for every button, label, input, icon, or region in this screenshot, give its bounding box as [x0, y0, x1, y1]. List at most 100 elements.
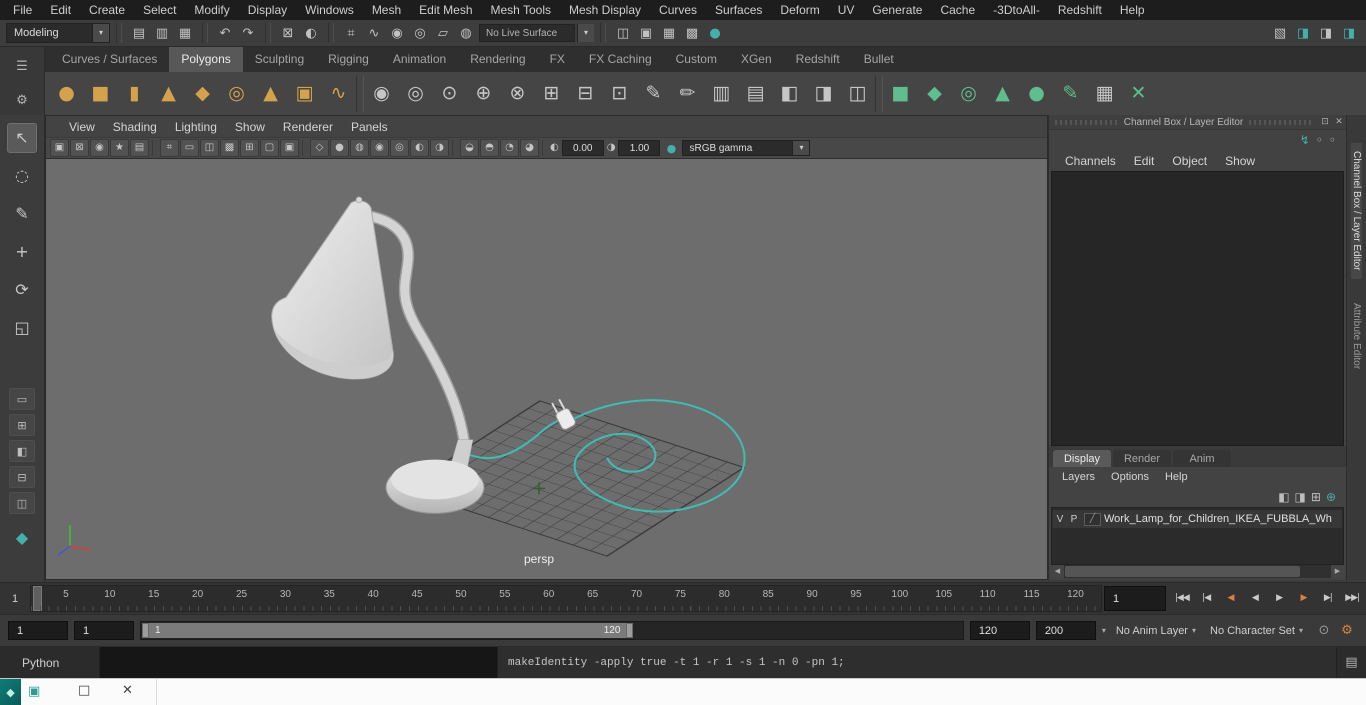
- lock-selection-icon[interactable]: ⊠: [277, 22, 299, 44]
- layer-editor-menu-item[interactable]: Options: [1104, 469, 1156, 485]
- panel-menu-item[interactable]: Shading: [104, 118, 166, 136]
- shelf-tab[interactable]: Redshift: [784, 47, 852, 72]
- chevron-down-icon[interactable]: ▾: [92, 24, 109, 42]
- close-window-icon[interactable]: ✕: [122, 684, 133, 697]
- poly-cube-icon[interactable]: ■: [84, 76, 117, 112]
- menu-item[interactable]: File: [4, 0, 41, 20]
- paint-select-tool[interactable]: ✎: [7, 199, 37, 229]
- time-slider[interactable]: 5 10 15 20 25 30 35 40 45 50 55 60 65 70 75 80 85 90 95 100…: [30, 585, 1102, 612]
- channel-box-menu-item[interactable]: Channels: [1057, 152, 1124, 170]
- menu-item[interactable]: Windows: [296, 0, 363, 20]
- range-start-handle[interactable]: [142, 623, 149, 638]
- safe-title-icon[interactable]: ▣: [280, 139, 299, 157]
- select-camera-icon[interactable]: ▣: [50, 139, 69, 157]
- align-icon[interactable]: ◨: [807, 76, 840, 112]
- safe-action-icon[interactable]: ▢: [260, 139, 279, 157]
- move-tool[interactable]: +: [7, 237, 37, 267]
- layer-editor-menu-item[interactable]: Help: [1158, 469, 1195, 485]
- panel-menu-item[interactable]: Show: [226, 118, 274, 136]
- range-slider-track[interactable]: 1 120: [140, 621, 964, 640]
- snap-to-curve-icon[interactable]: ∿: [363, 22, 385, 44]
- menu-item[interactable]: Redshift: [1049, 0, 1111, 20]
- layer-visibility-toggle[interactable]: V: [1053, 514, 1067, 525]
- poly-helix-icon[interactable]: ∿: [322, 76, 355, 112]
- playback-start-field[interactable]: 1: [74, 621, 134, 640]
- layer-name[interactable]: Work_Lamp_for_Children_IKEA_FUBBLA_Wh: [1104, 513, 1342, 525]
- open-scene-icon[interactable]: ▥: [151, 22, 173, 44]
- modeling-toolkit-toggle-icon[interactable]: ◨: [1292, 22, 1314, 44]
- range-end-handle[interactable]: [626, 623, 634, 638]
- move-to-layer-icon[interactable]: ◧: [1278, 490, 1289, 504]
- channel-box-content[interactable]: [1051, 171, 1344, 446]
- menu-item[interactable]: Deform: [771, 0, 828, 20]
- layer-playback-toggle[interactable]: P: [1067, 514, 1081, 525]
- lock-camera-icon[interactable]: ⊠: [70, 139, 89, 157]
- maya-taskbar-icon[interactable]: ◆: [0, 679, 21, 705]
- manip-state-icon[interactable]: ◦: [1316, 133, 1323, 147]
- wireframe-on-shaded-icon[interactable]: ◍: [350, 139, 369, 157]
- layer-row[interactable]: V P ╱ Work_Lamp_for_Children_IKEA_FUBBLA…: [1053, 510, 1342, 528]
- shelf-tab[interactable]: FX: [538, 47, 577, 72]
- layout-persp-outliner[interactable]: ◧: [9, 440, 35, 462]
- step-forward-frame-button[interactable]: ▶|: [1317, 588, 1338, 610]
- key-state-icon[interactable]: ◦: [1329, 133, 1336, 147]
- highlight-selection-icon[interactable]: ◐: [300, 22, 322, 44]
- image-plane-icon[interactable]: ▤: [130, 139, 149, 157]
- wireframe-icon[interactable]: ◇: [310, 139, 329, 157]
- workspace-icon[interactable]: ▧: [1269, 22, 1291, 44]
- smooth-icon[interactable]: ◉: [365, 76, 398, 112]
- float-panel-icon[interactable]: ⊡: [1318, 117, 1332, 127]
- scroll-right-icon[interactable]: ▶: [1331, 565, 1344, 578]
- snap-to-grid-icon[interactable]: ⌗: [340, 22, 362, 44]
- current-frame-field[interactable]: 1: [1104, 586, 1166, 611]
- chevron-down-icon[interactable]: ▾: [577, 24, 594, 42]
- auto-key-icon[interactable]: ⊙: [1313, 620, 1335, 642]
- layer-editor-tab[interactable]: Anim: [1173, 450, 1231, 467]
- command-input[interactable]: [100, 647, 497, 678]
- go-to-start-button[interactable]: |◀◀: [1171, 588, 1192, 610]
- shelf-tab[interactable]: Custom: [664, 47, 729, 72]
- lamp-model[interactable]: [271, 196, 485, 514]
- xray-icon[interactable]: ◕: [520, 139, 539, 157]
- go-to-end-button[interactable]: ▶▶|: [1342, 588, 1363, 610]
- menu-item[interactable]: Mesh: [363, 0, 410, 20]
- offset-edge-loop-icon[interactable]: ▤: [739, 76, 772, 112]
- field-chart-icon[interactable]: ⊞: [240, 139, 259, 157]
- multi-cut-icon[interactable]: ✎: [637, 76, 670, 112]
- poly-cylinder-icon[interactable]: ▮: [118, 76, 151, 112]
- menu-item[interactable]: UV: [829, 0, 864, 20]
- menu-item[interactable]: Display: [239, 0, 296, 20]
- mirror-icon[interactable]: ◧: [773, 76, 806, 112]
- use-default-material-icon[interactable]: ◎: [390, 139, 409, 157]
- render-setup-icon[interactable]: ●: [704, 22, 726, 44]
- shelf-tab[interactable]: XGen: [729, 47, 784, 72]
- mt-quad-draw-icon[interactable]: ✎: [1054, 76, 1087, 112]
- panel-menu-item[interactable]: Lighting: [166, 118, 226, 136]
- viewport-3d-scene[interactable]: persp: [46, 159, 1047, 579]
- layout-single-pane[interactable]: ▭: [9, 388, 35, 410]
- undo-icon[interactable]: ↶: [214, 22, 236, 44]
- bridge-icon[interactable]: ⊡: [603, 76, 636, 112]
- shelf-tabs-menu-icon[interactable]: ☰: [11, 55, 33, 77]
- chevron-down-icon[interactable]: ▾: [1102, 626, 1106, 635]
- tab-channel-box[interactable]: Channel Box / Layer Editor: [1351, 143, 1362, 279]
- layer-editor-menu-item[interactable]: Layers: [1055, 469, 1102, 485]
- step-back-key-button[interactable]: ◀: [1220, 588, 1241, 610]
- window-app-icon[interactable]: ▣: [28, 685, 40, 698]
- menu-set-dropdown[interactable]: Modeling ▾: [6, 23, 110, 43]
- scale-tool[interactable]: ◱: [7, 313, 37, 343]
- layer-editor-tab[interactable]: Display: [1053, 450, 1111, 467]
- separate-icon[interactable]: ⊗: [501, 76, 534, 112]
- shelf-tab[interactable]: Sculpting: [243, 47, 316, 72]
- lighting-icon[interactable]: ◐: [410, 139, 429, 157]
- range-slider-bar[interactable]: 1 120: [142, 623, 634, 638]
- transform-constraint-icon[interactable]: ✕: [1122, 76, 1155, 112]
- menu-item[interactable]: Select: [134, 0, 185, 20]
- live-surface-field[interactable]: No Live Surface: [479, 24, 575, 42]
- mt-multi-cut-icon[interactable]: ▲: [986, 76, 1019, 112]
- layer-list-hscrollbar[interactable]: ◀ ▶: [1051, 565, 1344, 578]
- shelf-tab[interactable]: Rigging: [316, 47, 381, 72]
- shelf-tab[interactable]: Bullet: [852, 47, 906, 72]
- combine-icon[interactable]: ⊕: [467, 76, 500, 112]
- poly-platonic-icon[interactable]: ◆: [186, 76, 219, 112]
